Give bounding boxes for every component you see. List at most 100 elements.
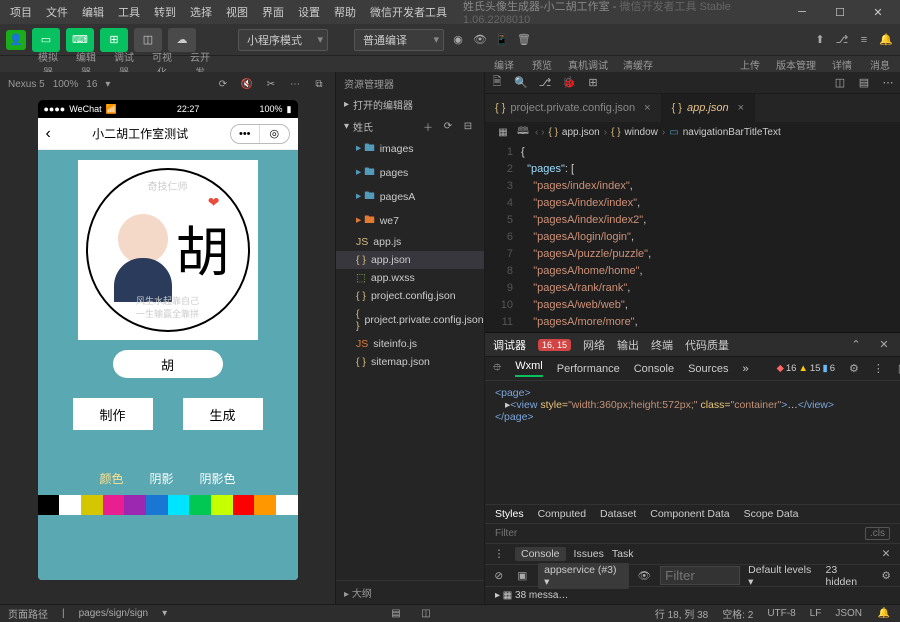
file-project.private.config.json[interactable]: { }project.private.config.json [336,305,484,335]
chevron-up-icon[interactable]: ⌃ [848,337,864,353]
device-name[interactable]: Nexus 5 [8,79,45,90]
breadcrumb[interactable]: ▦ 🕮 ‹ › { }app.json› { }window› ▭navigat… [485,122,900,142]
toggle-panel-icon[interactable]: ▤ [388,606,404,622]
menu-file[interactable]: 文件 [40,2,74,22]
console-toggle-icon[interactable]: ⋮ [491,546,507,562]
cr-open-icon[interactable]: ▦ [495,124,511,140]
menu-select[interactable]: 选择 [184,2,218,22]
generate-button[interactable]: 生成 [183,398,263,430]
color-swatch[interactable] [211,495,233,515]
menu-project[interactable]: 项目 [4,2,38,22]
encoding[interactable]: UTF-8 [767,608,795,619]
rotate-icon[interactable]: ⟳ [215,76,231,92]
eye-icon[interactable]: 👁 [637,568,653,584]
eol[interactable]: LF [810,608,822,619]
file-siteinfo.js[interactable]: JSsiteinfo.js [336,335,484,353]
ext-icon[interactable]: ⊞ [585,75,601,91]
cursor-pos[interactable]: 行 18, 列 38 [655,606,708,621]
compile-icon[interactable]: ◉ [450,32,466,48]
subtab-wxml[interactable]: Wxml [515,360,543,377]
styletab-styles[interactable]: Styles [495,508,524,520]
cls-toggle[interactable]: .cls [865,527,890,540]
open-editors-section[interactable]: ▸ 打开的编辑器 [336,94,484,115]
more-editor-icon[interactable]: ⋯ [880,75,896,91]
styletab-computed[interactable]: Computed [538,508,586,520]
details-icon[interactable]: ≡ [856,32,872,48]
scope-icon[interactable]: ▣ [515,568,531,584]
layout-icon[interactable]: ▤ [856,75,872,91]
upload-icon[interactable]: ⬆ [812,32,828,48]
opt-color[interactable]: 颜色 [99,470,123,487]
color-swatch[interactable] [233,495,255,515]
opt-shadow-color[interactable]: 阴影色 [200,470,236,487]
refresh-icon[interactable]: ⟳ [440,118,456,134]
indent[interactable]: 空格: 2 [722,606,753,621]
search-icon[interactable]: 🔍 [513,75,529,91]
contab-console[interactable]: Console [515,547,566,561]
visual-toggle[interactable]: ◫ [134,28,162,52]
wxml-tree[interactable]: <page> ▸<view style="width:360px;height:… [485,381,900,504]
subtab-sources[interactable]: Sources [688,363,728,375]
menu-edit[interactable]: 编辑 [76,2,110,22]
cloud-toggle[interactable]: ☁ [168,28,196,52]
subtab-console[interactable]: Console [634,363,674,375]
menu-view[interactable]: 视图 [220,2,254,22]
gear-icon[interactable]: ⚙ [849,361,859,377]
file-pagesA[interactable]: ▸ 🖿pagesA [336,185,484,209]
tab-terminal[interactable]: 终端 [651,337,673,353]
contab-task[interactable]: Task [612,548,634,560]
project-section[interactable]: ▾ 姓氏 ＋ ⟳ ⊟ [336,115,484,137]
simulator-toggle[interactable]: ▭ [32,28,60,52]
tab-app.json[interactable]: { } app.json× [662,94,755,122]
file-we7[interactable]: ▸ 🖿we7 [336,209,484,233]
debug-icon[interactable]: 🐞 [561,75,577,91]
color-swatch[interactable] [189,495,211,515]
styletab-dataset[interactable]: Dataset [600,508,636,520]
branch-icon[interactable]: ⎇ [537,75,553,91]
color-swatch[interactable] [81,495,103,515]
clear-console-icon[interactable]: ⊘ [491,568,507,584]
console-close-icon[interactable]: ✕ [878,546,894,562]
bell-icon[interactable]: 🔔 [876,606,892,622]
styletab-scope[interactable]: Scope Data [744,508,799,520]
file-sitemap.json[interactable]: { }sitemap.json [336,353,484,371]
page-path[interactable]: pages/sign/sign [79,608,149,619]
color-swatch[interactable] [59,495,81,515]
color-swatch[interactable] [146,495,168,515]
subtab-more-icon[interactable]: » [742,363,748,375]
split-icon[interactable]: ◫ [832,75,848,91]
color-swatch[interactable] [103,495,125,515]
capsule[interactable]: •••◎ [230,124,290,144]
color-swatch[interactable] [168,495,190,515]
subtab-performance[interactable]: Performance [557,363,620,375]
zoom-pct[interactable]: 100% [53,79,79,90]
zoom-num[interactable]: 16 [86,79,97,90]
minimize-button[interactable]: ─ [784,0,820,24]
code-editor[interactable]: 1234567891011121314 { "pages": [ "pages/… [485,142,900,332]
cut-icon[interactable]: ✂ [263,76,279,92]
levels-dropdown[interactable]: Default levels ▾ [748,564,817,588]
new-file-icon[interactable]: ＋ [420,118,436,134]
surname-input[interactable]: 胡 [113,350,223,378]
console-gear-icon[interactable]: ⚙ [878,568,894,584]
dt-more-icon[interactable]: ⋮ [873,361,884,377]
menu-settings[interactable]: 设置 [292,2,326,22]
tab-output[interactable]: 输出 [617,337,639,353]
compile-dropdown[interactable]: 普通编译 [354,29,444,51]
back-icon[interactable]: ‹ [46,125,51,143]
popout-icon[interactable]: ⧉ [311,76,327,92]
version-icon[interactable]: ⎇ [834,32,850,48]
maximize-button[interactable]: ☐ [822,0,858,24]
editor-toggle[interactable]: ⌨ [66,28,94,52]
contab-issues[interactable]: Issues [574,548,604,560]
menu-wechat-devtools[interactable]: 微信开发者工具 [364,2,453,22]
remote-debug-icon[interactable]: 📱 [494,32,510,48]
lang-mode[interactable]: JSON [835,608,862,619]
more-icon[interactable]: ⋯ [287,76,303,92]
menu-interface[interactable]: 界面 [256,2,290,22]
console-filter-input[interactable] [660,566,740,585]
menu-goto[interactable]: 转到 [148,2,182,22]
make-button[interactable]: 制作 [73,398,153,430]
debugger-toggle[interactable]: ⊞ [100,28,128,52]
menu-help[interactable]: 帮助 [328,2,362,22]
